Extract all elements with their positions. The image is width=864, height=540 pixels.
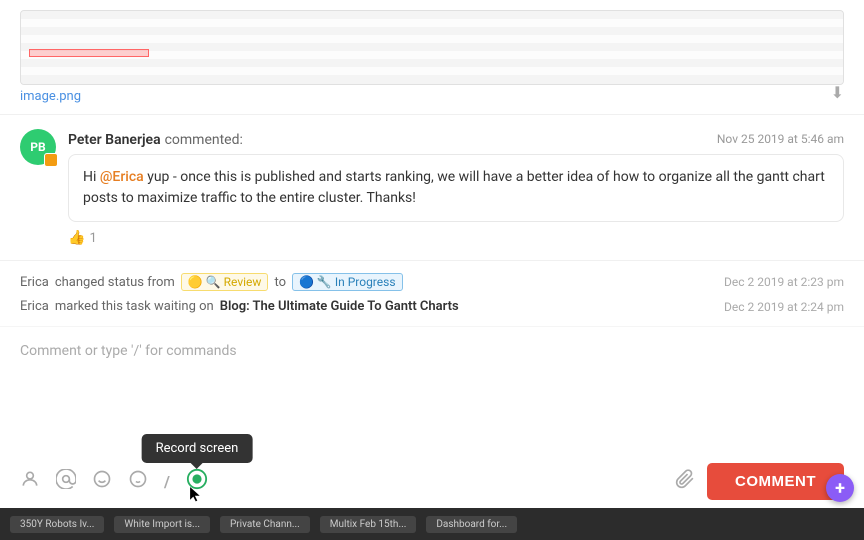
status-timestamp-2: Dec 2 2019 at 2:24 pm [724, 300, 844, 314]
comment-placeholder: Comment or type '/' for commands [20, 343, 237, 359]
taskbar-item-4[interactable]: Dashboard for... [426, 516, 517, 533]
attachment-icon[interactable] [675, 469, 695, 494]
status-line-1: Erica changed status from 🟡 🔍 Review to … [20, 269, 844, 295]
task-link[interactable]: Blog: The Ultimate Guide To Gantt Charts [220, 299, 459, 314]
emoji-face-icon[interactable] [92, 469, 112, 494]
avatar-badge [44, 153, 58, 167]
status-to-1: to [274, 275, 286, 290]
status-badge-in-progress: 🔵 🔧 In Progress [292, 273, 403, 291]
taskbar-item-2[interactable]: Private Chann... [220, 516, 310, 533]
slash-command-icon[interactable]: / [164, 472, 170, 491]
status-badge-review: 🟡 🔍 Review [181, 273, 269, 291]
commenter-name: Peter Banerjea [68, 132, 161, 148]
download-icon[interactable]: ⬇ [831, 83, 844, 102]
status-action-2: marked this task waiting on [55, 299, 214, 314]
smile-icon[interactable] [128, 469, 148, 494]
taskbar: 350Y Robots Iv... White Import is... Pri… [0, 508, 864, 540]
thumbs-up-icon: 👍 [68, 230, 85, 246]
table-row-highlight [29, 49, 149, 57]
avatar-initials: PB [30, 140, 45, 154]
status-action-1: changed status from [55, 275, 175, 290]
image-filename[interactable]: image.png [20, 89, 81, 104]
status-line-2: Erica marked this task waiting on Blog: … [20, 295, 844, 318]
table-mock [21, 11, 843, 84]
comment-section: PB Peter Banerjea commented: Nov 25 2019… [0, 115, 864, 261]
record-screen-icon[interactable]: Record screen [186, 468, 208, 495]
status-actor-1: Erica [20, 275, 49, 290]
taskbar-item-0[interactable]: 350Y Robots Iv... [10, 516, 104, 533]
mention-erica[interactable]: @Erica [100, 169, 144, 185]
input-section: Comment or type '/' for commands [0, 327, 864, 508]
comment-timestamp: Nov 25 2019 at 5:46 am [717, 132, 844, 146]
comment-header: Peter Banerjea commented: Nov 25 2019 at… [68, 129, 844, 148]
taskbar-item-3[interactable]: Multix Feb 15th... [320, 516, 417, 533]
like-button[interactable]: 👍 1 [68, 230, 844, 246]
comment-content: Peter Banerjea commented: Nov 25 2019 at… [68, 129, 844, 246]
record-screen-tooltip: Record screen [142, 434, 253, 463]
image-preview [20, 10, 844, 85]
comment-button[interactable]: COMMENT [707, 463, 844, 500]
status-actor-2: Erica [20, 299, 49, 314]
person-icon[interactable] [20, 469, 40, 494]
comment-action: commented: [165, 132, 243, 148]
comment-bubble: Hi @Erica yup - once this is published a… [68, 154, 844, 222]
status-section: Erica changed status from 🟡 🔍 Review to … [0, 261, 864, 327]
toolbar-area: / Record screen COMMENT [20, 455, 844, 500]
at-icon[interactable] [56, 469, 76, 494]
comment-text-body: yup - once this is published and starts … [83, 169, 825, 206]
image-section: image.png ⬇ [0, 0, 864, 115]
taskbar-item-1[interactable]: White Import is... [114, 516, 210, 533]
comment-text-hi: Hi [83, 169, 100, 185]
toolbar-icons: / Record screen [20, 468, 208, 495]
comment-meta: Peter Banerjea commented: [68, 129, 243, 148]
add-button[interactable]: + [826, 474, 854, 502]
status-timestamp-1: Dec 2 2019 at 2:23 pm [724, 275, 844, 289]
like-count: 1 [89, 231, 96, 246]
avatar: PB [20, 129, 56, 165]
main-container: image.png ⬇ PB Peter Banerjea commented:… [0, 0, 864, 540]
